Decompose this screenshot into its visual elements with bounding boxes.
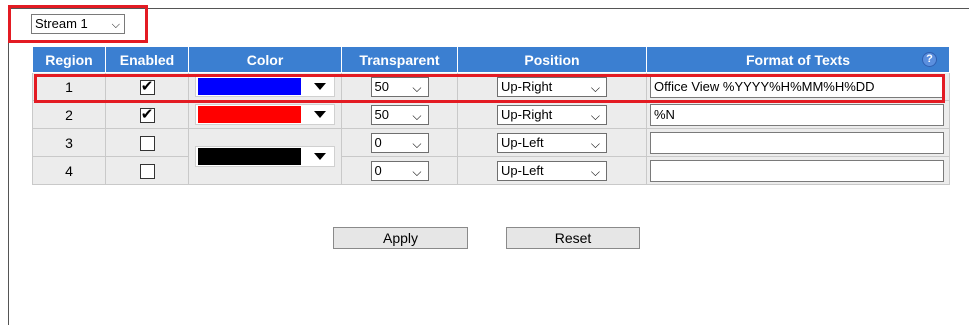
transparent-select[interactable]: 0 ⌵ bbox=[370, 160, 429, 181]
header-format: Format of Texts ? bbox=[646, 46, 950, 73]
region-cell: 2 bbox=[32, 100, 106, 129]
chevron-down-icon: ⌵ bbox=[412, 164, 422, 179]
apply-button[interactable]: Apply bbox=[333, 227, 468, 249]
transparent-value: 50 bbox=[374, 106, 389, 122]
color-dropdown[interactable] bbox=[195, 76, 335, 97]
format-text-input[interactable] bbox=[650, 159, 944, 182]
table-row: 2 ✔ 50 ⌵ Up-Right ⌵ %N bbox=[32, 100, 950, 129]
position-cell: Up-Left ⌵ bbox=[457, 156, 647, 185]
position-select[interactable]: Up-Right ⌵ bbox=[497, 76, 607, 97]
format-cell bbox=[646, 156, 950, 185]
header-enabled: Enabled bbox=[105, 46, 189, 73]
table-header-row: Region Enabled Color Transparent Positio… bbox=[32, 46, 950, 73]
chevron-down-icon: ⌵ bbox=[111, 19, 120, 31]
dropdown-arrow-icon bbox=[314, 153, 326, 160]
position-cell: Up-Left ⌵ bbox=[457, 128, 647, 157]
enabled-cell: ✔ bbox=[105, 100, 189, 129]
region-cell: 3 bbox=[32, 128, 106, 157]
dropdown-arrow-icon bbox=[314, 111, 326, 118]
chevron-down-icon: ⌵ bbox=[590, 136, 600, 151]
header-position: Position bbox=[457, 46, 647, 73]
transparent-cell: 0 ⌵ bbox=[341, 128, 458, 157]
header-transparent: Transparent bbox=[341, 46, 458, 73]
chevron-down-icon: ⌵ bbox=[590, 80, 600, 95]
transparent-value: 0 bbox=[374, 134, 382, 150]
transparent-value: 0 bbox=[374, 162, 382, 178]
enabled-checkbox[interactable]: ✔ bbox=[139, 77, 155, 95]
text-overlay-table: Region Enabled Color Transparent Positio… bbox=[32, 46, 950, 185]
color-dropdown[interactable] bbox=[195, 104, 335, 125]
reset-button[interactable]: Reset bbox=[506, 227, 640, 249]
position-select[interactable]: Up-Right ⌵ bbox=[497, 104, 607, 125]
chevron-down-icon: ⌵ bbox=[590, 108, 600, 123]
header-color: Color bbox=[188, 46, 342, 73]
color-dropdown[interactable] bbox=[195, 146, 335, 167]
panel-border-left bbox=[8, 8, 9, 325]
transparent-cell: 0 ⌵ bbox=[341, 156, 458, 185]
format-cell: Office View %YYYY%H%MM%H%DD bbox=[646, 72, 950, 101]
color-swatch bbox=[198, 78, 301, 95]
position-cell: Up-Right ⌵ bbox=[457, 72, 647, 101]
color-cell bbox=[188, 100, 342, 129]
enabled-cell bbox=[105, 128, 189, 157]
table-row: 4 0 ⌵ Up-Left ⌵ bbox=[32, 156, 950, 185]
enabled-checkbox[interactable] bbox=[139, 135, 155, 151]
table-row: 1 ✔ 50 ⌵ Up-Right ⌵ Office View %YYYY%H%… bbox=[32, 72, 950, 101]
transparent-cell: 50 ⌵ bbox=[341, 100, 458, 129]
transparent-select[interactable]: 0 ⌵ bbox=[370, 132, 429, 153]
chevron-down-icon: ⌵ bbox=[412, 80, 422, 95]
region-cell: 1 bbox=[32, 72, 106, 101]
header-region: Region bbox=[32, 46, 106, 73]
color-cell bbox=[188, 72, 342, 101]
position-value: Up-Right bbox=[501, 106, 553, 122]
color-swatch bbox=[198, 148, 301, 165]
region-cell: 4 bbox=[32, 156, 106, 185]
color-swatch bbox=[198, 106, 301, 123]
position-cell: Up-Right ⌵ bbox=[457, 100, 647, 129]
enabled-checkbox[interactable] bbox=[139, 163, 155, 179]
chevron-down-icon: ⌵ bbox=[590, 164, 600, 179]
position-select[interactable]: Up-Left ⌵ bbox=[497, 132, 607, 153]
enabled-cell: ✔ bbox=[105, 72, 189, 101]
transparent-cell: 50 ⌵ bbox=[341, 72, 458, 101]
checkmark-icon: ✔ bbox=[140, 105, 154, 123]
format-cell bbox=[646, 128, 950, 157]
format-text-input[interactable] bbox=[650, 131, 944, 154]
transparent-value: 50 bbox=[374, 78, 389, 94]
header-format-label: Format of Texts bbox=[746, 51, 850, 68]
color-cell bbox=[188, 128, 342, 185]
position-value: Up-Left bbox=[501, 162, 544, 178]
chevron-down-icon: ⌵ bbox=[412, 136, 422, 151]
stream-select-value: Stream 1 bbox=[35, 16, 88, 31]
chevron-down-icon: ⌵ bbox=[412, 108, 422, 123]
enabled-checkbox[interactable]: ✔ bbox=[139, 105, 155, 123]
position-select[interactable]: Up-Left ⌵ bbox=[497, 160, 607, 181]
transparent-select[interactable]: 50 ⌵ bbox=[370, 76, 429, 97]
checkmark-icon: ✔ bbox=[140, 77, 154, 95]
position-value: Up-Right bbox=[501, 78, 553, 94]
format-cell: %N bbox=[646, 100, 950, 129]
panel-border-top bbox=[8, 8, 969, 9]
enabled-cell bbox=[105, 156, 189, 185]
format-text-input[interactable]: %N bbox=[650, 103, 944, 126]
table-row: 3 0 ⌵ Up-Left ⌵ bbox=[32, 128, 950, 185]
position-value: Up-Left bbox=[501, 134, 544, 150]
transparent-select[interactable]: 50 ⌵ bbox=[370, 104, 429, 125]
format-text-input[interactable]: Office View %YYYY%H%MM%H%DD bbox=[650, 75, 944, 98]
stream-select[interactable]: Stream 1 ⌵ bbox=[31, 14, 125, 34]
help-icon[interactable]: ? bbox=[922, 52, 937, 67]
dropdown-arrow-icon bbox=[314, 83, 326, 90]
